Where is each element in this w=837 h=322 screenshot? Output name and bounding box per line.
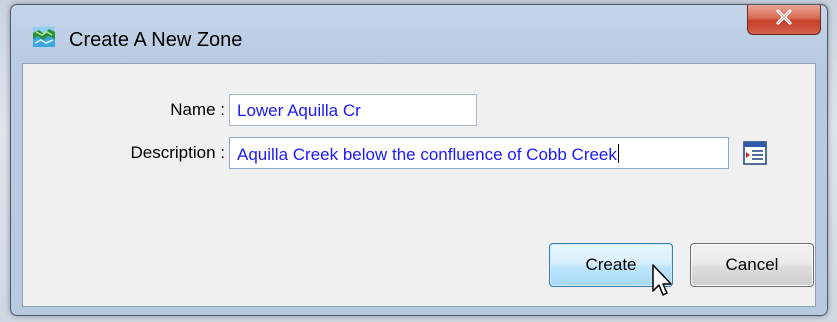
cancel-button-label: Cancel bbox=[725, 255, 779, 274]
close-x-icon bbox=[775, 9, 793, 30]
text-caret bbox=[617, 144, 619, 163]
dialog-body: Name : Lower Aquilla Cr Description : Aq… bbox=[22, 63, 816, 307]
create-zone-dialog: Create A New Zone Name : Lower Aquilla C… bbox=[10, 4, 828, 316]
dialog-title: Create A New Zone bbox=[69, 29, 243, 51]
description-label: Description : bbox=[130, 143, 225, 162]
create-button[interactable]: Create bbox=[549, 243, 673, 287]
create-button-label: Create bbox=[585, 255, 637, 274]
cancel-button[interactable]: Cancel bbox=[690, 243, 814, 287]
description-field[interactable]: Aquilla Creek below the confluence of Co… bbox=[229, 137, 729, 169]
description-field-value: Aquilla Creek below the confluence of Co… bbox=[237, 145, 617, 164]
text-editor-icon[interactable] bbox=[743, 141, 767, 165]
name-field[interactable]: Lower Aquilla Cr bbox=[229, 94, 477, 126]
name-label: Name : bbox=[170, 100, 225, 119]
name-field-value: Lower Aquilla Cr bbox=[237, 101, 361, 120]
close-button[interactable] bbox=[747, 5, 821, 35]
title-bar[interactable]: Create A New Zone bbox=[11, 5, 827, 63]
zone-map-icon bbox=[33, 27, 55, 47]
